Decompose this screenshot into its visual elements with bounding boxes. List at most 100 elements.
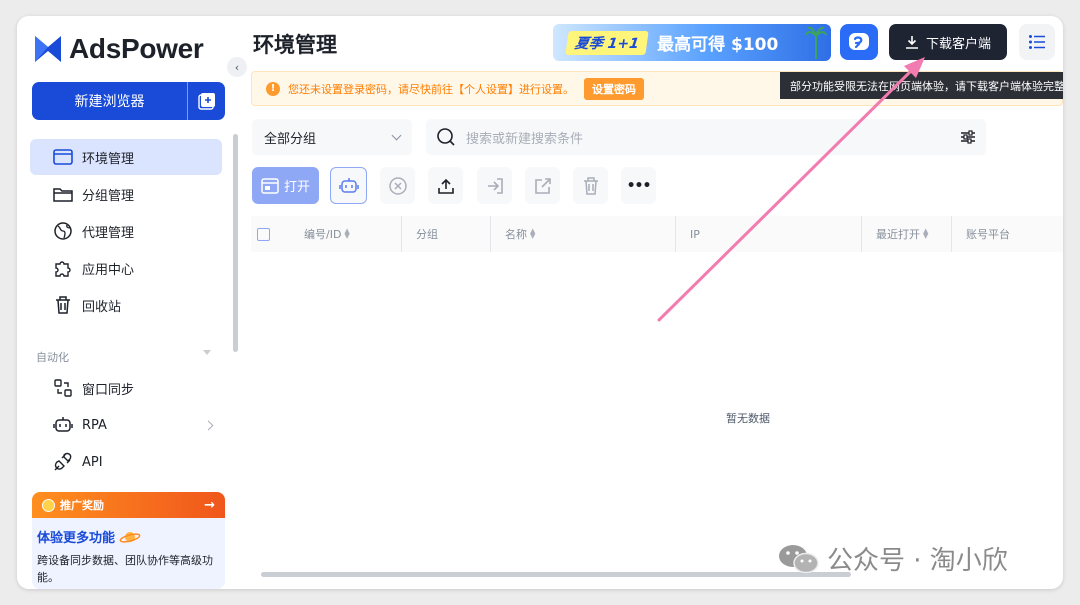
chevron-down-icon [391, 130, 402, 140]
column-header-name[interactable]: 名称 ▲ ▼ [490, 216, 675, 252]
move-in-icon [487, 177, 503, 194]
column-header-id[interactable]: 编号/ID ▲ ▼ [290, 216, 401, 252]
empty-state-text: 暂无数据 [726, 412, 770, 425]
wechat-watermark: 公众号 · 淘小欣 [777, 540, 1008, 577]
sidebar-item-label: 窗口同步 [82, 382, 135, 398]
chat-support-icon [849, 33, 869, 50]
arrow-right-icon: → [204, 497, 215, 513]
collapse-sidebar-button[interactable]: ‹ [227, 57, 247, 77]
sort-icon: ▲ ▼ [344, 227, 350, 240]
column-header-last-opened[interactable]: 最近打开 ▲ ▼ [861, 216, 951, 252]
robot-icon [338, 177, 359, 193]
column-header-ip: IP [675, 216, 861, 252]
sidebar-item-api[interactable]: API [30, 444, 222, 480]
open-browser-button[interactable]: 打开 [252, 167, 319, 204]
sidebar-item-label: 分组管理 [82, 188, 135, 204]
adspower-logo-mark [35, 36, 61, 62]
sort-icon: ▲ ▼ [530, 227, 536, 240]
set-password-button[interactable]: 设置密码 [584, 77, 644, 100]
column-label: 账号平台 [966, 228, 1010, 241]
sidebar-item-rpa[interactable]: RPA [30, 407, 222, 443]
banner-tag: 夏季 1+1 [565, 30, 649, 55]
open-label: 打开 [283, 180, 310, 195]
puzzle-icon [52, 258, 74, 278]
chevron-left-icon: ‹ [234, 60, 240, 74]
sidebar-scrollbar[interactable] [233, 134, 238, 352]
column-header-group: 分组 [401, 216, 490, 252]
summer-promo-banner[interactable]: 夏季 1+1 最高可得 $100 [553, 24, 831, 61]
download-client-label: 下载客户端 [925, 36, 991, 52]
share-button[interactable] [525, 167, 560, 204]
sidebar-item-label: 应用中心 [82, 262, 135, 278]
close-circle-icon [388, 176, 407, 195]
trash-icon [583, 176, 598, 195]
robot-icon [52, 415, 74, 435]
promo-header[interactable]: 推广奖励 → [32, 492, 225, 518]
folder-icon [52, 184, 74, 204]
sidebar-item-trash[interactable]: 回收站 [30, 287, 222, 323]
delete-button[interactable] [573, 167, 608, 204]
promo-description: 跨设备同步数据、团队协作等高级功能。 [37, 554, 213, 584]
wechat-icon [779, 544, 819, 573]
filter-settings-icon[interactable] [960, 130, 976, 144]
trash-icon [52, 295, 74, 315]
new-browser-button[interactable]: 新建浏览器 [32, 82, 225, 120]
rpa-button[interactable] [330, 167, 367, 204]
column-label: 最近打开 [876, 228, 920, 241]
list-menu-button[interactable] [1019, 24, 1055, 60]
new-browser-label: 新建浏览器 [74, 94, 145, 110]
column-label: 名称 [505, 228, 527, 241]
download-tooltip: 部分功能受限无法在网页端体验，请下载客户端体验完整功能 [780, 72, 1063, 99]
watermark-text: 公众号 · 淘小欣 [827, 546, 1008, 576]
coin-icon [42, 498, 55, 512]
upload-icon [437, 178, 454, 194]
column-header-platform: 账号平台 [951, 216, 1051, 252]
move-to-group-button[interactable] [477, 167, 512, 204]
warning-icon: ! [266, 81, 280, 96]
promo-card[interactable]: 推广奖励 → 体验更多功能 跨设备同步数据、团队协作等高级功能。 [32, 492, 225, 589]
sort-icon: ▲ ▼ [923, 227, 929, 240]
table-header: 编号/ID ▲ ▼ 分组 名称 ▲ ▼ IP 最近打开 ▲ ▼ 账号平台 [251, 216, 1063, 252]
adspower-logo[interactable]: AdsPower [35, 32, 204, 66]
promo-header-label: 推广奖励 [60, 499, 104, 512]
sidebar-item-app-center[interactable]: 应用中心 [30, 250, 222, 286]
customer-service-button[interactable] [840, 24, 878, 60]
search-input[interactable]: 搜索或新建搜索条件 [426, 119, 986, 155]
close-browser-button[interactable] [380, 167, 415, 204]
sidebar-item-label: 环境管理 [82, 151, 135, 167]
automation-section-label: 自动化 [36, 351, 69, 364]
chevron-down-icon[interactable] [203, 350, 211, 355]
share-icon [534, 177, 551, 194]
more-actions-button[interactable]: ••• [621, 167, 656, 204]
sidebar-item-label: RPA [82, 417, 107, 433]
column-label: 分组 [416, 228, 438, 241]
download-icon [905, 36, 918, 49]
search-placeholder: 搜索或新建搜索条件 [466, 131, 584, 147]
sidebar-item-label: API [82, 454, 103, 470]
planet-icon [119, 531, 141, 543]
group-select[interactable]: 全部分组 [252, 119, 412, 155]
sidebar-item-proxies[interactable]: 代理管理 [30, 213, 222, 249]
sync-windows-icon [52, 378, 74, 398]
sidebar-item-label: 代理管理 [82, 225, 135, 241]
download-client-button[interactable]: 下载客户端 [889, 24, 1007, 60]
search-icon [437, 128, 455, 146]
open-window-icon [261, 177, 279, 194]
sidebar-item-groups[interactable]: 分组管理 [30, 176, 222, 212]
sidebar-item-window-sync[interactable]: 窗口同步 [30, 370, 222, 406]
batch-add-icon[interactable] [188, 92, 225, 110]
notice-text: 您还未设置登录密码，请尽快前往【个人设置】进行设置。 [288, 82, 574, 96]
column-label: 编号/ID [304, 228, 342, 241]
select-all-checkbox[interactable] [257, 227, 270, 241]
upload-button[interactable] [428, 167, 463, 204]
promo-title: 体验更多功能 [37, 527, 225, 546]
app-window: AdsPower 新建浏览器 环境管理 分组管理 代理管理 应用中心 回收站 自… [17, 16, 1063, 589]
column-label: IP [690, 227, 700, 241]
browser-window-icon [52, 147, 74, 167]
chevron-right-icon [203, 420, 214, 430]
sidebar: AdsPower 新建浏览器 环境管理 分组管理 代理管理 应用中心 回收站 自… [17, 16, 239, 589]
palm-leaf-icon [805, 26, 827, 59]
page-title: 环境管理 [253, 33, 337, 57]
sidebar-item-browser-profiles[interactable]: 环境管理 [30, 139, 222, 175]
table-horizontal-scrollbar[interactable] [261, 572, 851, 577]
